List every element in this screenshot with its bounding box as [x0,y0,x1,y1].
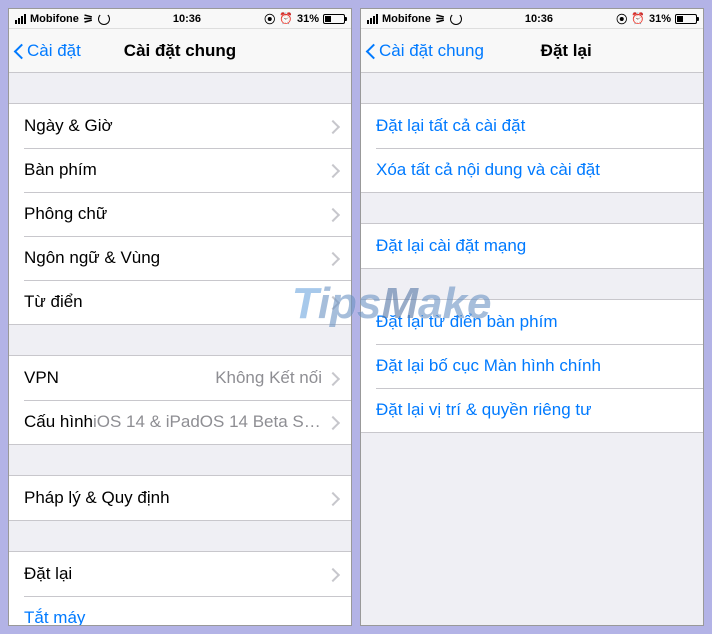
chevron-right-icon [328,492,336,505]
chevron-left-icon [13,41,25,61]
page-title: Đặt lại [541,41,592,61]
chevron-right-icon [328,208,336,221]
signal-icon [15,14,26,24]
chevron-right-icon [328,164,336,177]
battery-pct: 31% [649,13,671,25]
row-language-region[interactable]: Ngôn ngữ & Vùng [9,236,351,280]
status-bar: Mobifone ⚞ 10:36 ⦿ ⏰ 31% [361,9,703,29]
row-reset-location-privacy[interactable]: Đặt lại vị trí & quyền riêng tư [361,388,703,432]
back-label: Cài đặt chung [379,41,484,61]
chevron-right-icon [328,296,336,309]
row-legal[interactable]: Pháp lý & Quy định [9,476,351,520]
row-reset-home-layout[interactable]: Đặt lại bố cục Màn hình chính [361,344,703,388]
list-group-4: Đặt lại Tắt máy [9,551,351,625]
status-time: 10:36 [173,13,201,25]
list-group-1: Đặt lại tất cả cài đặt Xóa tất cả nội du… [361,103,703,193]
row-shutdown[interactable]: Tắt máy [9,596,351,625]
list-group-1: Ngày & Giờ Bàn phím Phông chữ Ngôn ngữ &… [9,103,351,325]
orientation-lock-icon: ⦿ [264,11,275,27]
nav-bar: Cài đặt Cài đặt chung [9,29,351,73]
chevron-left-icon [365,41,377,61]
content-scroll[interactable]: Ngày & Giờ Bàn phím Phông chữ Ngôn ngữ &… [9,73,351,625]
signal-icon [367,14,378,24]
back-button[interactable]: Cài đặt [9,41,87,61]
row-date-time[interactable]: Ngày & Giờ [9,104,351,148]
carrier-label: Mobifone [382,13,431,25]
phone-right: Mobifone ⚞ 10:36 ⦿ ⏰ 31% Cài đặt chung Đ… [360,8,704,626]
orientation-lock-icon: ⦿ [616,11,627,27]
row-keyboard[interactable]: Bàn phím [9,148,351,192]
status-bar: Mobifone ⚞ 10:36 ⦿ ⏰ 31% [9,9,351,29]
chevron-right-icon [328,252,336,265]
alarm-icon: ⏰ [279,12,293,25]
row-reset-network[interactable]: Đặt lại cài đặt mạng [361,224,703,268]
row-reset-keyboard-dict[interactable]: Đặt lại từ điển bàn phím [361,300,703,344]
list-group-3: Pháp lý & Quy định [9,475,351,521]
content-scroll[interactable]: Đặt lại tất cả cài đặt Xóa tất cả nội du… [361,73,703,625]
battery-icon [323,14,345,24]
nav-bar: Cài đặt chung Đặt lại [361,29,703,73]
back-button[interactable]: Cài đặt chung [361,41,490,61]
row-profile[interactable]: Cấu hìnhiOS 14 & iPadOS 14 Beta Software… [9,400,351,444]
alarm-icon: ⏰ [631,12,645,25]
phone-left: Mobifone ⚞ 10:36 ⦿ ⏰ 31% Cài đặt Cài đặt… [8,8,352,626]
row-vpn[interactable]: VPNKhông Kết nối [9,356,351,400]
status-time: 10:36 [525,13,553,25]
wifi-icon: ⚞ [83,12,94,26]
chevron-right-icon [328,120,336,133]
row-reset[interactable]: Đặt lại [9,552,351,596]
page-title: Cài đặt chung [124,41,236,61]
activity-spinner-icon [450,13,462,25]
list-group-2: Đặt lại cài đặt mạng [361,223,703,269]
carrier-label: Mobifone [30,13,79,25]
row-dictionary[interactable]: Từ điển [9,280,351,324]
activity-spinner-icon [98,13,110,25]
row-fonts[interactable]: Phông chữ [9,192,351,236]
chevron-right-icon [328,372,336,385]
chevron-right-icon [328,416,336,429]
back-label: Cài đặt [27,41,81,61]
list-group-3: Đặt lại từ điển bàn phím Đặt lại bố cục … [361,299,703,433]
battery-icon [675,14,697,24]
row-reset-all-settings[interactable]: Đặt lại tất cả cài đặt [361,104,703,148]
row-erase-all[interactable]: Xóa tất cả nội dung và cài đặt [361,148,703,192]
chevron-right-icon [328,568,336,581]
wifi-icon: ⚞ [435,12,446,26]
list-group-2: VPNKhông Kết nối Cấu hìnhiOS 14 & iPadOS… [9,355,351,445]
battery-pct: 31% [297,13,319,25]
